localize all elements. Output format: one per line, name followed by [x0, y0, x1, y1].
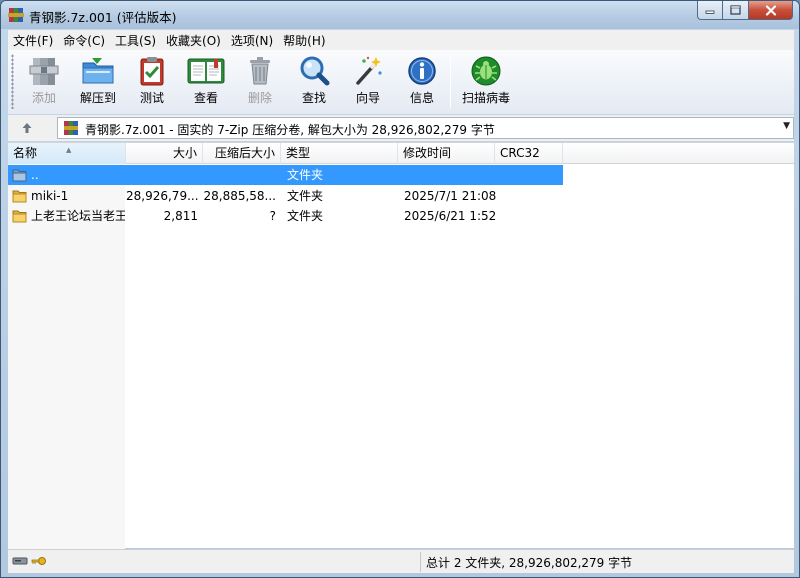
maximize-button[interactable] [723, 1, 749, 20]
add-button[interactable]: 添加 [20, 53, 68, 111]
path-combobox[interactable]: 青钢影.7z.001 - 固实的 7-Zip 压缩分卷, 解包大小为 28,92… [57, 117, 794, 139]
row-modified [404, 165, 496, 185]
up-arrow-icon [22, 123, 32, 133]
column-type-header[interactable]: 类型 [281, 143, 398, 164]
menu-tools[interactable]: 工具(S) [110, 32, 161, 49]
column-packed-label: 压缩后大小 [214, 146, 275, 160]
view-button[interactable]: 查看 [182, 53, 230, 111]
column-size-header[interactable]: 大小 [126, 143, 203, 164]
column-packed-header[interactable]: 压缩后大小 [203, 143, 281, 164]
drive-icon[interactable] [12, 555, 28, 567]
column-name-label: 名称 [13, 146, 38, 160]
extract-to-label: 解压到 [79, 91, 116, 105]
row-packed: 28,885,58... [203, 189, 276, 203]
toolbar: 添加 解压到 测试 查看 删除 查找 向导 信息 扫描病毒 [8, 50, 794, 115]
row-crc [501, 165, 561, 185]
wizard-label: 向导 [355, 91, 380, 105]
minimize-icon [705, 10, 715, 14]
winrar-window: 青钢影.7z.001 (评估版本) 文件(F) 命令(C) 工具(S) 收藏夹(… [0, 0, 800, 578]
find-label: 查找 [301, 91, 326, 105]
add-label: 添加 [31, 91, 56, 105]
sort-ascending-icon: ▲ [66, 146, 72, 154]
test-button[interactable]: 测试 [128, 53, 176, 111]
row-size: 28,926,79... [126, 189, 198, 203]
info-button[interactable]: 信息 [398, 53, 446, 111]
table-row[interactable]: 上老王论坛当老王 2,811 ? 文件夹 2025/6/21 1:52 [8, 206, 563, 226]
extract-to-button[interactable]: 解压到 [74, 53, 122, 111]
row-packed [203, 165, 276, 185]
column-size-label: 大小 [172, 146, 197, 160]
close-button[interactable] [749, 1, 793, 20]
add-archive-icon [29, 58, 59, 85]
virus-scan-label: 扫描病毒 [461, 91, 510, 105]
menu-bar: 文件(F) 命令(C) 工具(S) 收藏夹(O) 选项(N) 帮助(H) [8, 30, 794, 50]
menu-help[interactable]: 帮助(H) [278, 32, 330, 49]
delete-label: 删除 [247, 91, 272, 105]
wizard-wand-icon [356, 56, 382, 85]
row-type: 文件夹 [287, 168, 324, 182]
status-divider [420, 552, 421, 572]
row-name: miki-1 [31, 189, 69, 203]
view-label: 查看 [193, 91, 218, 105]
winrar-app-icon [8, 8, 24, 22]
status-summary: 总计 2 文件夹, 28,926,802,279 字节 [426, 556, 633, 570]
title-bar[interactable]: 青钢影.7z.001 (评估版本) [1, 1, 799, 29]
file-list[interactable]: 名称 ▲ 大小 压缩后大小 类型 修改时间 CRC32 .. 文件夹 miki-… [8, 142, 794, 549]
row-modified: 2025/6/21 1:52 [404, 209, 496, 223]
row-name: .. [31, 168, 39, 182]
row-size: 2,811 [163, 209, 198, 223]
row-name: 上老王论坛当老王 [31, 209, 125, 223]
column-modified-label: 修改时间 [403, 146, 452, 160]
test-clipboard-icon [140, 57, 164, 86]
virus-scan-bug-icon [471, 56, 501, 86]
column-header: 名称 ▲ 大小 压缩后大小 类型 修改时间 CRC32 [8, 143, 794, 164]
parent-folder-icon [12, 169, 27, 182]
archive-path-text: 青钢影.7z.001 - 固实的 7-Zip 压缩分卷, 解包大小为 28,92… [85, 123, 495, 137]
column-modified-header[interactable]: 修改时间 [398, 143, 495, 164]
wizard-button[interactable]: 向导 [344, 53, 392, 111]
menu-commands[interactable]: 命令(C) [58, 32, 110, 49]
minimize-button[interactable] [697, 1, 723, 20]
virus-scan-button[interactable]: 扫描病毒 [458, 53, 514, 111]
key-icon[interactable] [31, 555, 47, 567]
address-bar: 青钢影.7z.001 - 固实的 7-Zip 压缩分卷, 解包大小为 28,92… [8, 115, 794, 141]
menu-favorites[interactable]: 收藏夹(O) [161, 32, 226, 49]
row-crc [501, 186, 561, 206]
view-book-icon [187, 58, 225, 84]
column-name-header[interactable]: 名称 ▲ [8, 143, 126, 164]
row-packed: ? [269, 209, 276, 223]
folder-icon [12, 210, 27, 223]
info-label: 信息 [409, 91, 434, 105]
folder-icon [12, 190, 27, 203]
toolbar-grip[interactable] [11, 54, 14, 109]
window-title: 青钢影.7z.001 (评估版本) [29, 10, 177, 25]
test-label: 测试 [139, 91, 164, 105]
row-crc [501, 206, 561, 226]
menu-options[interactable]: 选项(N) [226, 32, 278, 49]
column-crc-label: CRC32 [500, 146, 540, 160]
delete-button[interactable]: 删除 [236, 53, 284, 111]
extract-folder-icon [82, 58, 114, 84]
row-size [126, 165, 198, 185]
find-button[interactable]: 查找 [290, 53, 338, 111]
column-type-label: 类型 [286, 146, 311, 160]
column-crc-header[interactable]: CRC32 [495, 143, 563, 164]
table-row[interactable]: miki-1 28,926,79... 28,885,58... 文件夹 202… [8, 186, 563, 206]
row-modified: 2025/7/1 21:08 [404, 189, 496, 203]
menu-file[interactable]: 文件(F) [8, 32, 58, 49]
row-type: 文件夹 [287, 189, 324, 203]
close-icon [765, 4, 776, 16]
toolbar-separator [450, 56, 451, 108]
trash-bin-icon [250, 57, 270, 85]
maximize-icon [730, 5, 741, 15]
status-bar: 总计 2 文件夹, 28,926,802,279 字节 [8, 549, 794, 573]
archive-icon [64, 121, 78, 135]
row-type: 文件夹 [287, 209, 324, 223]
info-icon [408, 57, 436, 85]
up-one-level-button[interactable] [18, 119, 36, 137]
table-row-parent-folder[interactable]: .. 文件夹 [8, 165, 563, 185]
find-magnifier-icon [300, 56, 330, 86]
path-dropdown-arrow-icon[interactable]: ▼ [783, 121, 790, 131]
